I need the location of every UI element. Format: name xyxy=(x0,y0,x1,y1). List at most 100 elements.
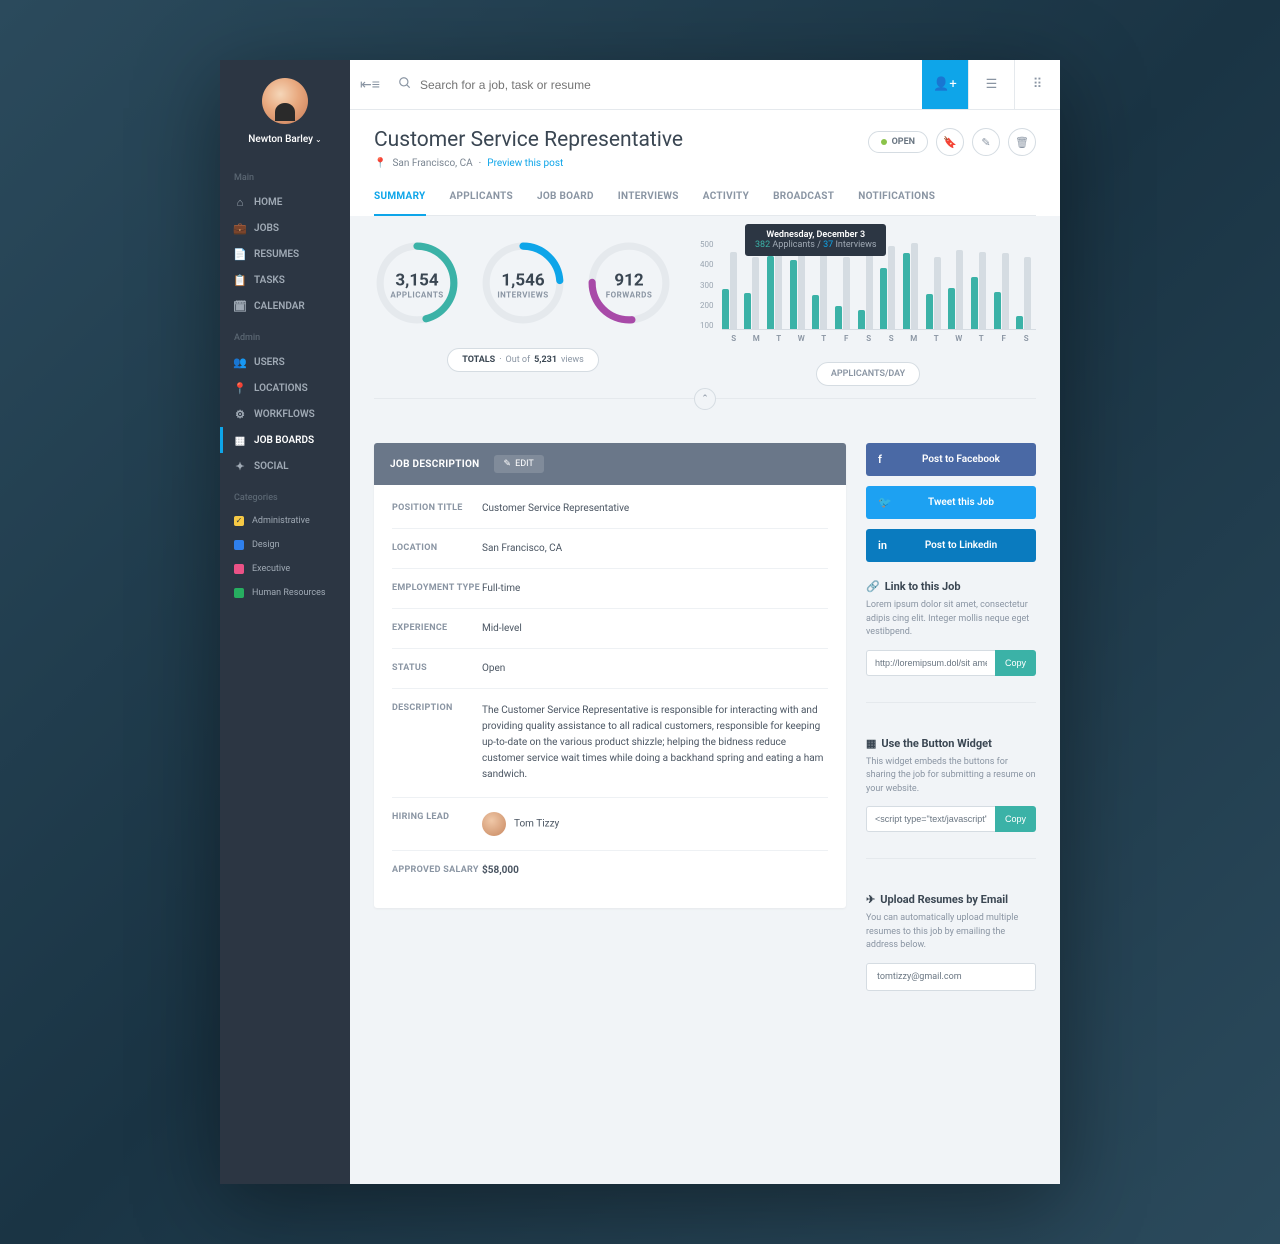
widget-link-help: Lorem ipsum dolor sit amet, consectetur … xyxy=(866,599,1036,640)
chevron-up-icon: ⌃ xyxy=(701,394,709,404)
chart-bar[interactable] xyxy=(926,257,946,329)
field-hiring-lead: Tom Tizzy xyxy=(482,812,828,836)
totals-pill[interactable]: TOTALS·Out of 5,231 views xyxy=(447,348,599,372)
chart-bar[interactable] xyxy=(994,253,1014,329)
pin-icon: 📍 xyxy=(234,382,246,394)
chart-bar[interactable] xyxy=(744,257,764,329)
board-icon: ▦ xyxy=(234,434,246,446)
field-approved-salary: $58,000 xyxy=(482,865,828,876)
sidebar-item-jobs[interactable]: 💼JOBS xyxy=(220,215,350,241)
chart-label-pill[interactable]: APPLICANTS/DAY xyxy=(816,362,920,386)
status-dot-icon xyxy=(881,139,887,145)
sidebar-item-users[interactable]: 👥USERS xyxy=(220,349,350,375)
donut-interviews: 1,546INTERVIEWS xyxy=(480,240,566,330)
field-position-title: Customer Service Representative xyxy=(482,503,828,514)
applicants-chart: Wednesday, December 3 382 Applicants / 3… xyxy=(700,240,1036,380)
chart-bar[interactable] xyxy=(948,250,968,329)
tab-notifications[interactable]: NOTIFICATIONS xyxy=(858,191,935,215)
topbar-apps-button[interactable]: ⠿ xyxy=(1014,60,1060,109)
category-swatch: ✓ xyxy=(234,516,244,526)
field-status: Open xyxy=(482,663,828,674)
tabs: SUMMARY APPLICANTS JOB BOARD INTERVIEWS ACTI… xyxy=(374,191,1036,216)
category-swatch xyxy=(234,588,244,598)
status-pill[interactable]: OPEN xyxy=(868,131,928,153)
edit-button[interactable]: ✎ xyxy=(972,128,1000,156)
bookmark-button[interactable]: 🔖 xyxy=(936,128,964,156)
share-facebook-button[interactable]: fPost to Facebook xyxy=(866,443,1036,476)
chart-tooltip: Wednesday, December 3 382 Applicants / 3… xyxy=(745,224,886,256)
briefcase-icon: 💼 xyxy=(234,222,246,234)
sidebar-item-social[interactable]: ✦SOCIAL xyxy=(220,453,350,479)
collapse-sidebar-button[interactable]: ⇤≡ xyxy=(350,76,390,93)
category-administrative[interactable]: ✓Administrative xyxy=(220,509,350,533)
collapse-section-button[interactable]: ⌃ xyxy=(694,388,716,410)
add-user-button[interactable]: 👤+ xyxy=(922,60,968,109)
trash-icon: 🗑 xyxy=(1015,136,1029,149)
widget-button-help: This widget embeds the buttons for shari… xyxy=(866,756,1036,797)
donut-forwards: 912FORWARDS xyxy=(586,240,672,330)
sidebar-item-job-boards[interactable]: ▦JOB BOARDS xyxy=(220,427,350,453)
field-employment-type: Full-time xyxy=(482,583,828,594)
grid-icon: ⠿ xyxy=(1033,77,1043,92)
card-title: JOB DESCRIPTION xyxy=(390,459,480,470)
pencil-icon: ✎ xyxy=(504,459,512,469)
edit-description-button[interactable]: ✎EDIT xyxy=(494,455,544,473)
copy-widget-button[interactable]: Copy xyxy=(995,806,1036,832)
chart-bar[interactable] xyxy=(903,243,923,329)
category-executive[interactable]: Executive xyxy=(220,557,350,581)
category-human-resources[interactable]: Human Resources xyxy=(220,581,350,605)
field-location: San Francisco, CA xyxy=(482,543,828,554)
sidebar-item-calendar[interactable]: 🗓CALENDAR xyxy=(220,293,350,319)
widget-code-input[interactable] xyxy=(866,806,995,832)
user-avatar[interactable] xyxy=(262,78,308,124)
copy-link-button[interactable]: Copy xyxy=(995,650,1036,676)
tab-job-board[interactable]: JOB BOARD xyxy=(537,191,594,215)
field-experience: Mid-level xyxy=(482,623,828,634)
users-icon: 👥 xyxy=(234,356,246,368)
menu-collapse-icon: ⇤≡ xyxy=(360,76,380,93)
chevron-down-icon: ⌄ xyxy=(315,135,322,144)
widget-upload-title: Upload Resumes by Email xyxy=(880,893,1008,906)
chart-bar[interactable] xyxy=(767,244,787,329)
chart-bar[interactable] xyxy=(722,252,742,329)
facebook-icon: f xyxy=(878,453,898,466)
sidebar-item-locations[interactable]: 📍LOCATIONS xyxy=(220,375,350,401)
share-twitter-button[interactable]: 🐦Tweet this Job xyxy=(866,486,1036,519)
job-location: San Francisco, CA xyxy=(392,158,472,169)
category-swatch xyxy=(234,564,244,574)
chart-bar[interactable] xyxy=(880,246,900,329)
document-icon: 📄 xyxy=(234,248,246,260)
tab-summary[interactable]: SUMMARY xyxy=(374,191,426,216)
sidebar-item-resumes[interactable]: 📄RESUMES xyxy=(220,241,350,267)
chart-bar[interactable] xyxy=(858,253,878,329)
sidebar-item-workflows[interactable]: ⚙WORKFLOWS xyxy=(220,401,350,427)
category-design[interactable]: Design xyxy=(220,533,350,557)
user-menu[interactable]: Newton Barley⌄ xyxy=(220,134,350,145)
chart-bar[interactable] xyxy=(812,255,832,329)
link-icon: 🔗 xyxy=(866,580,880,593)
preview-post-link[interactable]: Preview this post xyxy=(487,158,563,169)
widget-button-title: Use the Button Widget xyxy=(881,737,991,750)
chart-bar[interactable] xyxy=(971,252,991,329)
sidebar-item-tasks[interactable]: 📋TASKS xyxy=(220,267,350,293)
widget-link-title: Link to this Job xyxy=(885,580,961,593)
tab-activity[interactable]: ACTIVITY xyxy=(703,191,749,215)
page-header: Customer Service Representative 📍 San Fr… xyxy=(350,110,1060,216)
chart-bar[interactable] xyxy=(1016,257,1036,329)
sidebar-item-home[interactable]: ⌂HOME xyxy=(220,189,350,215)
share-icon: ✦ xyxy=(234,460,246,472)
tab-broadcast[interactable]: BROADCAST xyxy=(773,191,834,215)
delete-button[interactable]: 🗑 xyxy=(1008,128,1036,156)
search-input[interactable] xyxy=(420,78,914,92)
sidebar-section-main: Main xyxy=(220,159,350,189)
link-input[interactable] xyxy=(866,650,995,676)
tab-applicants[interactable]: APPLICANTS xyxy=(450,191,513,215)
main-content: ⇤≡ 👤+ ☰ ⠿ Customer Service Representativ… xyxy=(350,60,1060,1184)
chart-bar[interactable] xyxy=(835,257,855,329)
twitter-icon: 🐦 xyxy=(878,496,898,509)
send-icon: ✈ xyxy=(866,893,875,906)
share-linkedin-button[interactable]: inPost to Linkedin xyxy=(866,529,1036,562)
topbar-layout-button[interactable]: ☰ xyxy=(968,60,1014,109)
upload-email[interactable]: tomtizzy@gmail.com xyxy=(866,963,1036,991)
tab-interviews[interactable]: INTERVIEWS xyxy=(618,191,679,215)
